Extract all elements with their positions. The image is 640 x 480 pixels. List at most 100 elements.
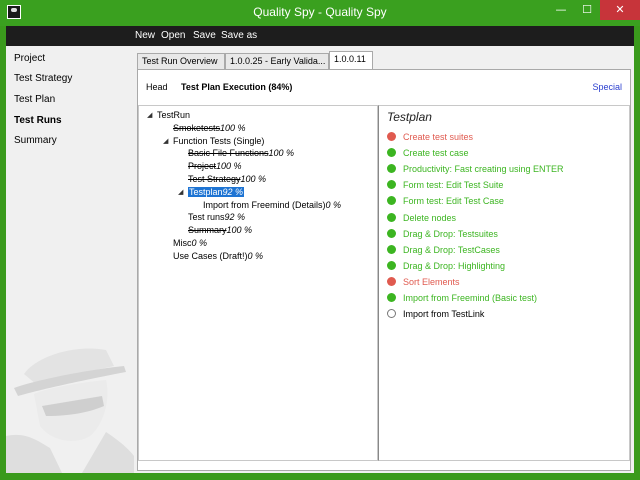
status-passed-icon bbox=[387, 244, 396, 254]
testplan-item[interactable]: Delete nodes bbox=[387, 212, 457, 223]
tree-node-label: Smoketests bbox=[173, 122, 221, 133]
testplan-item[interactable]: Import from TestLink bbox=[387, 309, 484, 319]
minimize-button[interactable]: — bbox=[548, 0, 574, 20]
tree-node[interactable]: Function Tests (Single) bbox=[173, 136, 264, 146]
test-run-tree: ◢ TestRun Smoketests100 % ◢ Function Tests (… bbox=[138, 105, 378, 461]
tree-node-percent: 100 % bbox=[226, 225, 253, 236]
testplan-item[interactable]: Drag & Drop: Testsuites bbox=[387, 228, 498, 239]
tree-node-percent: 0 % bbox=[191, 238, 208, 248]
testplan-item[interactable]: Import from Freemind (Basic test) bbox=[387, 293, 537, 303]
status-passed-icon bbox=[387, 180, 396, 190]
test-run-panel: Head Test Plan Execution (84%) Special ◢… bbox=[137, 69, 631, 471]
special-link[interactable]: Special bbox=[592, 82, 622, 92]
tree-node[interactable]: Misc0 % bbox=[173, 238, 207, 248]
tree-expand-arrow-icon[interactable]: ◢ bbox=[147, 111, 152, 119]
title-bar: Quality Spy - Quality Spy — ☐ ✕ bbox=[0, 0, 640, 26]
testplan-item-label: Import from Freemind (Basic test) bbox=[403, 293, 538, 303]
tree-node[interactable]: Use Cases (Draft!)0 % bbox=[173, 251, 263, 261]
tree-node[interactable]: Project100 % bbox=[188, 161, 242, 171]
testplan-item[interactable]: Create test suites bbox=[387, 132, 473, 142]
testplan-item-label: Drag & Drop: TestCases bbox=[403, 244, 500, 255]
tree-node-percent: 0 % bbox=[325, 199, 342, 210]
tree-node-label: Use Cases (Draft!) bbox=[173, 250, 248, 261]
tab-1-0-0-11[interactable]: 1.0.0.11 bbox=[329, 51, 373, 70]
testplan-item-label: Drag & Drop: Testsuites bbox=[403, 228, 498, 239]
menu-save[interactable]: Save bbox=[193, 30, 216, 41]
window-title: Quality Spy - Quality Spy bbox=[253, 5, 387, 19]
menu-new[interactable]: New bbox=[135, 30, 155, 41]
sidebar-item-test-strategy[interactable]: Test Strategy bbox=[14, 73, 72, 84]
tree-node[interactable]: Testplan92 % bbox=[188, 186, 245, 197]
sidebar: Project Test Strategy Test Plan Test Run… bbox=[6, 46, 134, 473]
testplan-item-label: Form test: Edit Test Suite bbox=[403, 180, 504, 191]
tree-node[interactable]: Test runs92 % bbox=[188, 212, 245, 222]
execution-title: Test Plan Execution (84%) bbox=[181, 82, 293, 92]
tab-early-validation[interactable]: 1.0.0.25 - Early Valida... bbox=[225, 53, 329, 69]
status-passed-icon bbox=[387, 260, 396, 270]
tree-node-label: Import from Freemind (Details) bbox=[203, 199, 326, 210]
status-failed-icon bbox=[387, 132, 396, 141]
tree-expand-arrow-icon[interactable]: ◢ bbox=[178, 188, 183, 196]
testplan-panel: Testplan Create test suites Create test c… bbox=[378, 105, 630, 461]
tab-test-run-overview[interactable]: Test Run Overview bbox=[137, 53, 225, 69]
testplan-item[interactable]: Form test: Edit Test Suite bbox=[387, 180, 503, 190]
status-passed-icon bbox=[387, 196, 396, 206]
tree-node-percent: 100 % bbox=[268, 148, 295, 159]
testplan-item-label: Drag & Drop: Highlighting bbox=[403, 260, 506, 271]
tree-node-percent: 100 % bbox=[240, 174, 267, 184]
testplan-item-label: Productivity: Fast creating using ENTER bbox=[403, 164, 564, 175]
tree-node-label: Basic File Functions bbox=[188, 148, 269, 159]
sidebar-item-project[interactable]: Project bbox=[14, 53, 45, 64]
spy-logo-illustration bbox=[6, 348, 134, 473]
status-passed-icon bbox=[387, 212, 396, 222]
status-failed-icon bbox=[387, 276, 396, 286]
tree-node-label: Misc bbox=[173, 238, 192, 248]
maximize-button[interactable]: ☐ bbox=[574, 0, 600, 20]
menu-save-as[interactable]: Save as bbox=[221, 30, 257, 41]
testplan-item[interactable]: Drag & Drop: Highlighting bbox=[387, 260, 506, 271]
sidebar-item-test-runs[interactable]: Test Runs bbox=[14, 115, 62, 126]
status-passed-icon bbox=[387, 148, 396, 158]
tree-node-label: Test runs bbox=[188, 212, 225, 223]
tree-node-label: Function Tests (Single) bbox=[173, 135, 265, 146]
tree-node-percent: 100 % bbox=[220, 122, 246, 133]
tree-node[interactable]: Test Strategy100 % bbox=[188, 174, 266, 184]
tree-node[interactable]: Smoketests100 % bbox=[173, 123, 246, 133]
testplan-item-label: Import from TestLink bbox=[403, 309, 485, 320]
tree-node-percent: 100 % bbox=[216, 161, 242, 172]
testplan-item[interactable]: Sort Elements bbox=[387, 276, 460, 287]
tree-node-percent: 0 % bbox=[247, 250, 264, 261]
tree-node-label: Project bbox=[188, 161, 217, 172]
status-passed-icon bbox=[387, 164, 396, 174]
status-passed-icon bbox=[387, 228, 396, 238]
head-label: Head bbox=[146, 82, 168, 92]
testplan-item[interactable]: Drag & Drop: TestCases bbox=[387, 244, 500, 255]
menu-bar: New Open Save Save as bbox=[6, 26, 634, 46]
tree-node[interactable]: Import from Freemind (Details)0 % bbox=[203, 200, 341, 210]
testplan-item-label: Create test case bbox=[403, 148, 469, 159]
testplan-item-label: Form test: Edit Test Case bbox=[403, 196, 504, 207]
status-open-icon bbox=[387, 309, 396, 319]
tree-node[interactable]: Basic File Functions100 % bbox=[188, 148, 294, 158]
tree-expand-arrow-icon[interactable]: ◢ bbox=[163, 137, 168, 145]
tree-node-label: TestRun bbox=[157, 110, 191, 120]
menu-open[interactable]: Open bbox=[161, 30, 185, 41]
testplan-title: Testplan bbox=[387, 110, 432, 124]
testplan-item-label: Create test suites bbox=[403, 132, 474, 142]
sidebar-item-test-plan[interactable]: Test Plan bbox=[14, 94, 55, 105]
testplan-item-label: Delete nodes bbox=[403, 212, 457, 223]
testplan-item[interactable]: Create test case bbox=[387, 148, 469, 158]
testplan-item[interactable]: Form test: Edit Test Case bbox=[387, 196, 504, 206]
main-area: Test Run Overview 1.0.0.25 - Early Valid… bbox=[134, 46, 634, 473]
tree-node[interactable]: TestRun bbox=[157, 110, 190, 120]
sidebar-item-summary[interactable]: Summary bbox=[14, 135, 57, 146]
tree-node-label: Test Strategy bbox=[188, 174, 241, 184]
tree-node[interactable]: Summary100 % bbox=[188, 225, 252, 235]
testplan-item-label: Sort Elements bbox=[403, 276, 460, 287]
testplan-item[interactable]: Productivity: Fast creating using ENTER bbox=[387, 164, 564, 174]
tree-node-percent: 92 % bbox=[224, 212, 246, 223]
close-button[interactable]: ✕ bbox=[600, 0, 640, 20]
tree-node-percent: 92 % bbox=[222, 186, 244, 197]
tree-node-label: Testplan92 % bbox=[188, 186, 245, 197]
status-passed-icon bbox=[387, 293, 396, 302]
